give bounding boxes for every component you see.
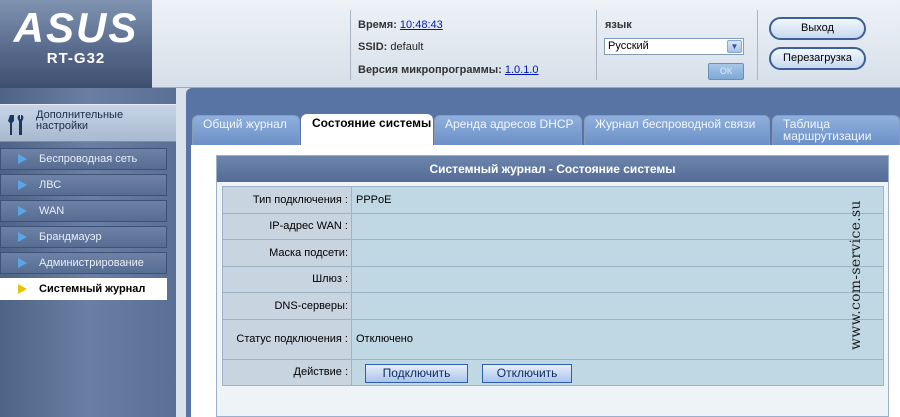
triangle-right-icon [18,284,27,294]
sidebar-item-administration[interactable]: Администрирование [0,252,167,274]
logout-button[interactable]: Выход [769,17,866,40]
sidebar: Дополнительные настройки Беспроводная се… [0,88,176,417]
tab-label: Общий журнал [203,117,287,131]
tab-label: Таблица маршрутизации [783,117,872,143]
status-table: Тип подключения : PPPoE IP-адрес WAN : М… [222,186,884,386]
brand-area: ASUS RT-G32 [0,0,152,88]
triangle-right-icon [18,206,27,216]
main-area: Общий журнал Состояние системы Аренда ад… [186,88,900,417]
tab-label: Журнал беспроводной связи [595,117,756,131]
row-value [351,212,884,240]
model-name: RT-G32 [46,50,106,67]
sidebar-item-system-log[interactable]: Системный журнал [0,278,167,300]
table-row: IP-адрес WAN : [222,212,884,240]
tools-icon [8,115,24,135]
row-value: Отключено [351,318,884,360]
sidebar-item-label: Беспроводная сеть [39,153,138,165]
row-label: Действие : [222,358,352,386]
row-value [351,265,884,293]
sidebar-item-firewall[interactable]: Брандмауэр [0,226,167,248]
sidebar-item-label: ЛВС [39,179,62,191]
tab-label: Аренда адресов DHCP [445,117,574,131]
chevron-down-icon[interactable]: ▼ [727,40,742,53]
action-cell: Подключить Отключить [351,358,884,386]
sidebar-header-label: Дополнительные настройки [36,109,124,132]
tab-dhcp-leases[interactable]: Аренда адресов DHCP [434,115,582,145]
tab-label: Состояние системы [312,116,432,130]
firmware-label: Версия микропрограммы: [358,64,502,76]
language-apply-button[interactable]: ОК [708,63,744,80]
tab-routing-table[interactable]: Таблица маршрутизации [772,115,900,145]
table-row: Статус подключения : Отключено [222,318,884,360]
sidebar-item-lan[interactable]: ЛВС [0,174,167,196]
sidebar-header[interactable]: Дополнительные настройки [0,104,176,142]
time-row: Время: 10:48:43 [358,19,443,31]
language-value: Русский [608,40,649,52]
header-divider [350,10,351,80]
sidebar-item-label: Администрирование [39,257,144,269]
ssid-row: SSID: default [358,41,423,53]
asus-logo: ASUS [13,8,139,48]
triangle-right-icon [18,258,27,268]
tab-wireless-log[interactable]: Журнал беспроводной связи [584,115,770,145]
sidebar-item-label: Брандмауэр [39,231,102,243]
ssid-label: SSID: [358,41,388,53]
tab-content: Системный журнал - Состояние системы Тип… [191,145,900,417]
header: ASUS RT-G32 Время: 10:48:43 SSID: defaul… [0,0,900,88]
status-panel: Системный журнал - Состояние системы Тип… [216,155,889,417]
sidebar-item-wan[interactable]: WAN [0,200,167,222]
language-label: язык [605,19,632,31]
header-divider [596,10,597,80]
tab-general-log[interactable]: Общий журнал [192,115,300,145]
firmware-link[interactable]: 1.0.1.0 [505,64,539,76]
row-label: Статус подключения : [222,318,352,360]
firmware-row: Версия микропрограммы: 1.0.1.0 [358,64,539,76]
panel-title: Системный журнал - Состояние системы [217,156,888,182]
time-link[interactable]: 10:48:43 [400,19,443,31]
disconnect-button[interactable]: Отключить [482,363,573,383]
watermark: www.com-service.su [848,200,864,350]
row-value [351,239,884,267]
table-row: DNS-серверы: [222,292,884,320]
ssid-value: default [390,41,424,53]
row-label: Тип подключения : [222,186,352,214]
row-label: IP-адрес WAN : [222,212,352,240]
connect-button[interactable]: Подключить [365,363,468,383]
language-select[interactable]: Русский ▼ [604,38,744,55]
table-row: Действие : Подключить Отключить [222,358,884,386]
tab-system-status[interactable]: Состояние системы [301,114,433,146]
row-value: PPPoE [351,186,884,214]
header-divider [757,10,758,80]
sidebar-item-label: WAN [39,205,65,217]
row-label: DNS-серверы: [222,292,352,320]
triangle-right-icon [18,232,27,242]
triangle-right-icon [18,180,27,190]
row-value [351,292,884,320]
table-row: Маска подсети: [222,239,884,267]
table-row: Шлюз : [222,265,884,293]
reboot-button[interactable]: Перезагрузка [769,47,866,70]
triangle-right-icon [18,154,27,164]
row-label: Шлюз : [222,265,352,293]
table-row: Тип подключения : PPPoE [222,186,884,214]
sidebar-item-wireless[interactable]: Беспроводная сеть [0,148,167,170]
svg-text:ASUS: ASUS [13,8,139,48]
time-label: Время: [358,19,397,31]
row-label: Маска подсети: [222,239,352,267]
sidebar-item-label: Системный журнал [39,283,146,295]
